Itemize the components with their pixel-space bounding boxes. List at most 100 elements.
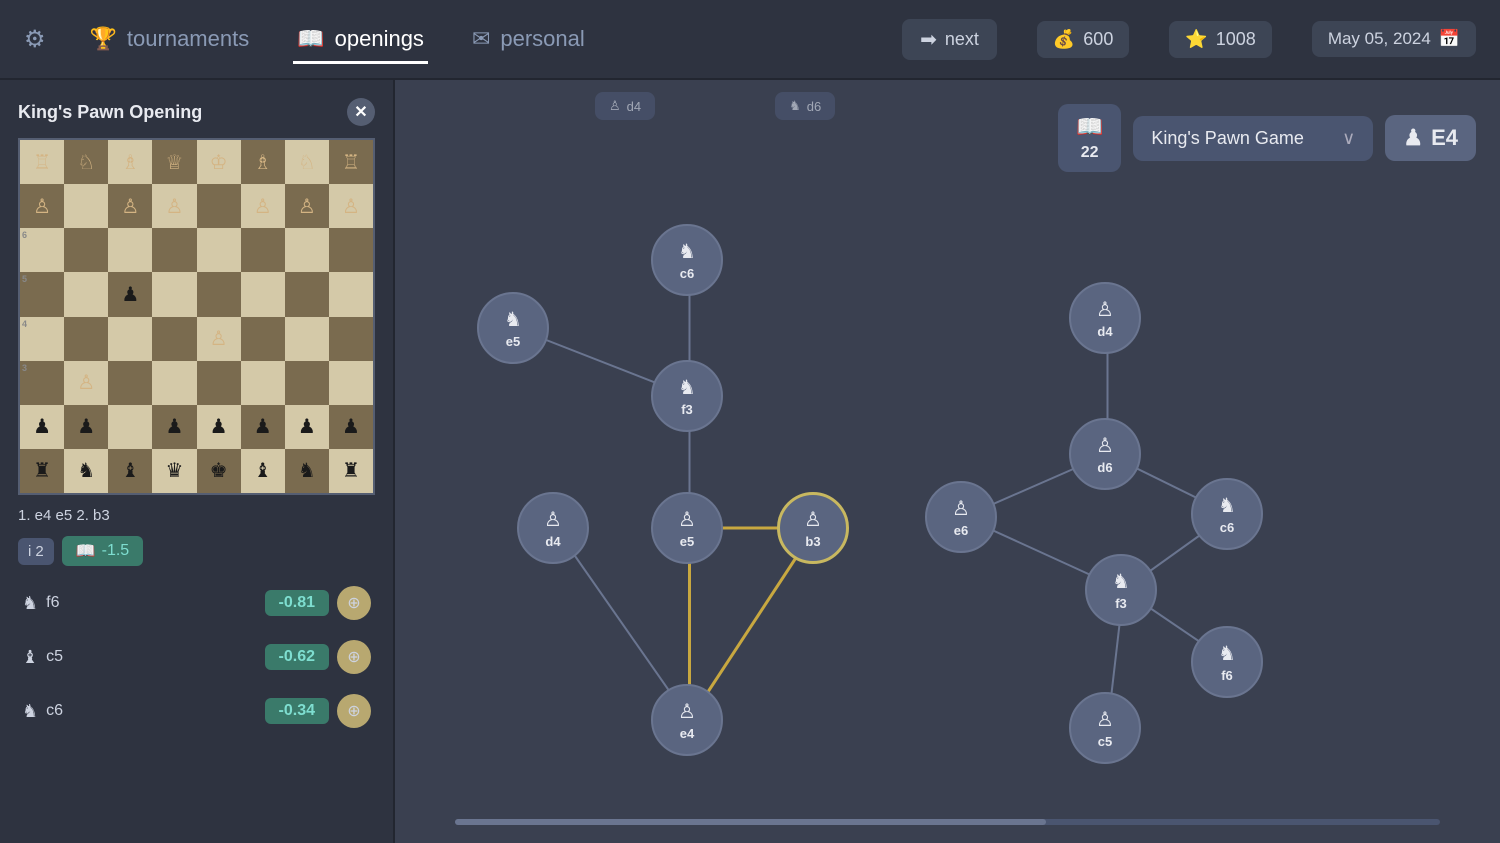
move-tree-button[interactable]: ⊕ [337,694,371,728]
node-piece-icon: ♞ [678,239,696,264]
chess-cell [285,228,329,272]
node-label: e5 [680,534,694,549]
graph-edge [516,328,690,396]
graph-node-e5b[interactable]: ♞ e5 [477,292,549,364]
graph-node-f3[interactable]: ♞ f3 [651,360,723,432]
next-label: next [945,29,979,50]
move-tree-button[interactable]: ⊕ [337,640,371,674]
move-option[interactable]: ♞ f6 -0.81 ⊕ [18,580,375,626]
move-eval: -0.81 [265,590,329,616]
close-button[interactable]: ✕ [347,98,375,126]
graph-edge [690,528,816,720]
chess-cell: ♟ [64,405,108,449]
settings-icon[interactable]: ⚙ [24,25,46,54]
chess-cell [329,317,373,361]
node-label: d4 [545,534,560,549]
chess-cell [108,228,152,272]
date-value: May 05, 2024 [1328,29,1431,49]
chess-cell: ♝ [241,449,285,493]
chess-board: ♖♘♗♕♔♗♘♖♙♙♙♙♙♙65♟4♙3♙♟♟♟♟♟♟♟♜♞♝♛♚♝♞♜ [18,138,375,495]
next-button[interactable]: ➡ next [902,19,997,60]
node-label: c6 [680,266,694,281]
nav-openings[interactable]: 📖 openings [293,18,428,60]
graph-node-d6[interactable]: ♙ d6 [1069,418,1141,490]
graph-edge [964,454,1108,517]
chess-cell [285,361,329,405]
chess-cell [329,228,373,272]
nav-tournaments[interactable]: 🏆 tournaments [86,18,254,60]
move-count-value: 2 [35,543,43,560]
partial-label-d6: d6 [807,99,821,114]
node-label: d6 [1097,460,1112,475]
move-notation: 1. e4 e5 2. b3 [18,507,375,524]
graph-area: ♙ d4 ♞ d6 📖 22 King's Pawn Game ∨ ♟ E4 [395,80,1500,843]
node-piece-icon: ♙ [952,496,970,521]
book-icon: 📖 [1076,114,1103,140]
node-piece-icon: ♙ [804,507,822,532]
move-option[interactable]: ♝ c5 -0.62 ⊕ [18,634,375,680]
graph-node-c5[interactable]: ♙ c5 [1069,692,1141,764]
chess-cell [197,184,241,228]
graph-node-b3[interactable]: ♙ b3 [777,492,849,564]
book-count-badge: 📖 22 [1058,104,1121,172]
graph-scrollbar[interactable] [455,819,1440,825]
graph-node-e5[interactable]: ♙ e5 [651,492,723,564]
graph-node-e6[interactable]: ♙ e6 [925,481,997,553]
chess-board-container: ♖♘♗♕♔♗♘♖♙♙♙♙♙♙65♟4♙3♙♟♟♟♟♟♟♟♜♞♝♛♚♝♞♜ [18,138,375,495]
panel-header: King's Pawn Opening ✕ [18,98,375,126]
chess-cell [329,361,373,405]
node-label: e4 [680,726,694,741]
chess-cell: ♞ [64,449,108,493]
chess-cell: ♝ [108,449,152,493]
tournaments-icon: 🏆 [90,26,117,52]
chess-cell: 3 [20,361,64,405]
node-piece-icon: ♞ [1218,493,1236,518]
chess-cell: ♗ [241,140,285,184]
move-option-left: ♞ f6 [22,593,59,614]
chess-cell: ♛ [152,449,196,493]
date-display[interactable]: May 05, 2024 📅 [1312,21,1476,57]
graph-node-f6[interactable]: ♞ f6 [1191,626,1263,698]
chess-cell: ♖ [20,140,64,184]
graph-node-c6b[interactable]: ♞ c6 [1191,478,1263,550]
chess-cell: 6 [20,228,64,272]
node-label: e5 [506,334,520,349]
node-label: c6 [1220,520,1234,535]
nav-personal[interactable]: ✉ personal [468,18,589,60]
graph-edge [556,528,690,720]
opening-dropdown[interactable]: King's Pawn Game ∨ [1133,116,1373,161]
player-icon: ♟ [1403,125,1423,151]
coin-value: 600 [1083,29,1113,50]
book-icon-badge: 📖 [76,541,96,561]
node-label: c5 [1098,734,1112,749]
main-area: King's Pawn Opening ✕ [0,80,1500,843]
node-label: f3 [1115,596,1127,611]
node-label: e6 [954,523,968,538]
chess-cell: ♟ [197,405,241,449]
node-label: f3 [681,402,693,417]
chess-cell: ♟ [241,405,285,449]
calendar-icon: 📅 [1439,29,1460,49]
move-eval: -0.34 [265,698,329,724]
chess-cell [108,361,152,405]
e4-badge[interactable]: ♟ E4 [1385,115,1476,161]
chess-cell [329,272,373,316]
graph-edge [1124,514,1230,590]
move-option[interactable]: ♞ c6 -0.34 ⊕ [18,688,375,734]
chess-cell: ♜ [20,449,64,493]
graph-node-e4[interactable]: ♙ e4 [651,684,723,756]
graph-node-f3b[interactable]: ♞ f3 [1085,554,1157,626]
move-stats: i 2 📖 -1.5 [18,536,375,566]
graph-edge [964,517,1124,590]
chess-cell [64,184,108,228]
node-piece-icon: ♙ [544,507,562,532]
graph-node-d4b[interactable]: ♙ d4 [1069,282,1141,354]
move-label: c6 [46,702,63,720]
chess-cell: ♙ [241,184,285,228]
chess-cell: ♘ [64,140,108,184]
graph-svg [395,80,1500,843]
graph-node-c6a[interactable]: ♞ c6 [651,224,723,296]
graph-node-d4a[interactable]: ♙ d4 [517,492,589,564]
move-tree-button[interactable]: ⊕ [337,586,371,620]
chess-cell: ♙ [285,184,329,228]
